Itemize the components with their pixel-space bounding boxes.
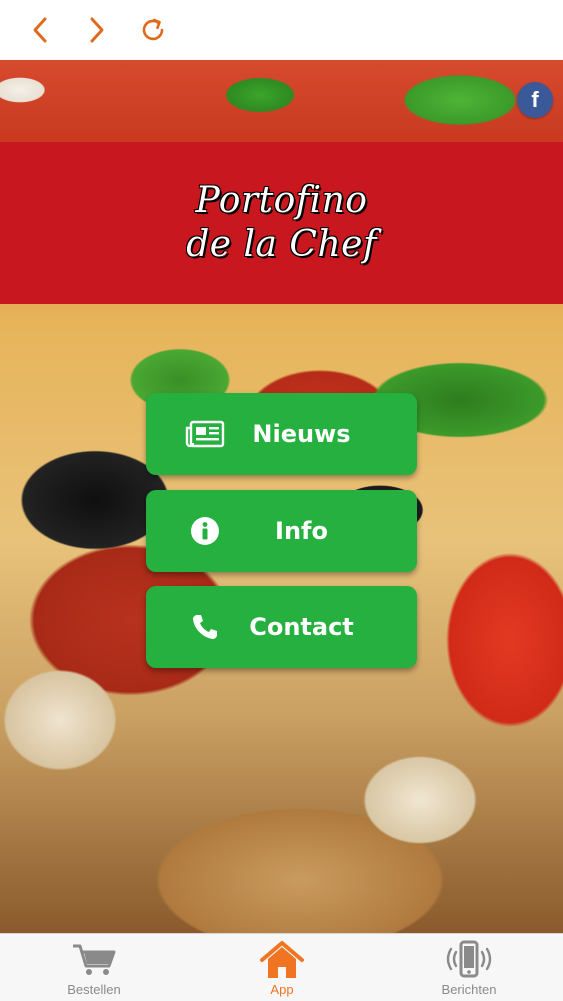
cart-icon xyxy=(70,940,118,980)
info-button[interactable]: Info xyxy=(146,490,417,572)
tab-berichten-label: Berichten xyxy=(441,982,497,997)
contact-label: Contact xyxy=(249,613,354,641)
reload-button[interactable] xyxy=(136,12,172,48)
reload-icon xyxy=(142,18,164,41)
top-navigation-bar xyxy=(0,0,563,60)
info-label: Info xyxy=(275,517,328,545)
tab-app[interactable]: App xyxy=(212,934,352,1001)
nieuws-label: Nieuws xyxy=(252,420,351,448)
logo-title-line1: Portofino xyxy=(195,180,368,221)
bottom-tab-bar: Bestellen App Berichten xyxy=(0,933,563,1001)
facebook-button[interactable]: f xyxy=(517,82,553,118)
logo-banner: Portofino de la Chef xyxy=(0,142,563,304)
chevron-left-icon xyxy=(33,17,47,43)
pizza-top-strip xyxy=(0,60,563,142)
logo-title-line2: de la Chef xyxy=(186,224,377,265)
home-icon xyxy=(258,940,306,980)
tab-bestellen[interactable]: Bestellen xyxy=(24,934,164,1001)
mobile-notification-icon xyxy=(445,940,493,980)
tab-app-label: App xyxy=(270,982,294,997)
chevron-right-icon xyxy=(90,17,104,43)
nieuws-button[interactable]: Nieuws xyxy=(146,393,417,475)
back-button[interactable] xyxy=(22,12,58,48)
tab-bestellen-label: Bestellen xyxy=(67,982,121,997)
tab-berichten[interactable]: Berichten xyxy=(399,934,539,1001)
forward-button[interactable] xyxy=(79,12,115,48)
facebook-icon: f xyxy=(531,87,539,112)
contact-button[interactable]: Contact xyxy=(146,586,417,668)
